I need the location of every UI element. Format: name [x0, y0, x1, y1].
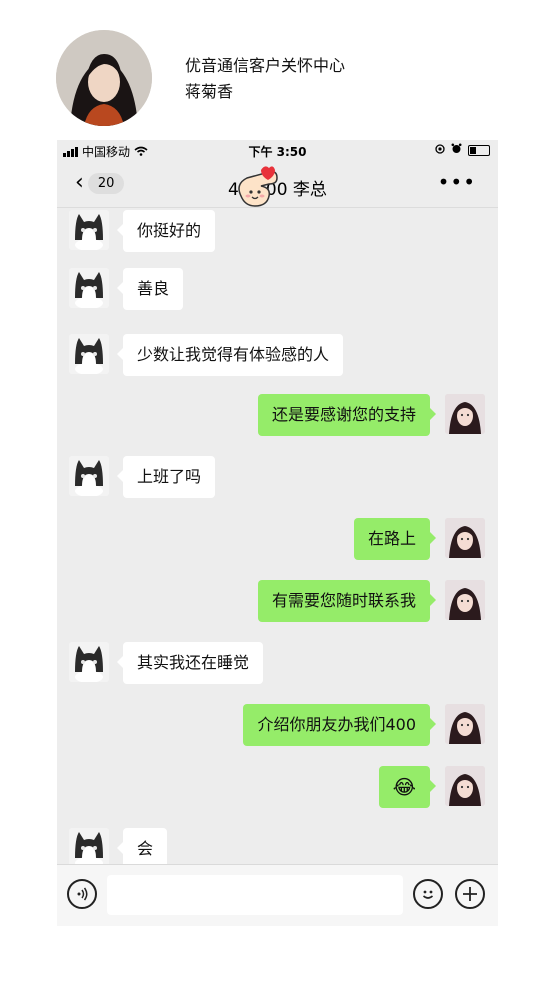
- contact-avatar[interactable]: [69, 456, 109, 496]
- contact-avatar[interactable]: [69, 334, 109, 374]
- profile-text: 优音通信客户关怀中心 蒋菊香: [185, 53, 345, 105]
- profile-avatar: [56, 30, 152, 126]
- voice-icon[interactable]: [67, 879, 97, 909]
- smiley-icon[interactable]: [413, 879, 443, 909]
- message-row: 😂: [57, 766, 498, 810]
- my-avatar[interactable]: [445, 580, 485, 620]
- sent-message[interactable]: 还是要感谢您的支持: [257, 394, 437, 436]
- alarm-icon: [451, 143, 462, 157]
- sent-message[interactable]: 有需要您随时联系我: [257, 580, 437, 622]
- contact-avatar[interactable]: [69, 828, 109, 868]
- received-message[interactable]: 其实我还在睡觉: [116, 642, 264, 684]
- message-row: 介绍你朋友办我们400: [57, 704, 498, 748]
- my-avatar[interactable]: [445, 394, 485, 434]
- contact-avatar[interactable]: [69, 268, 109, 308]
- contact-avatar[interactable]: [69, 642, 109, 682]
- sent-message[interactable]: 在路上: [353, 518, 437, 560]
- chat-screen: 中国移动 下午 3:50 ‹ 20 400 00 李总 ••• 你挺好的 善良 …: [57, 140, 498, 926]
- profile-org: 优音通信客户关怀中心: [185, 56, 346, 75]
- message-row: 上班了吗: [57, 456, 498, 500]
- profile-name: 蒋菊香: [185, 82, 234, 101]
- battery-icon: [468, 144, 490, 156]
- plus-icon[interactable]: [455, 879, 485, 909]
- status-time: 下午 3:50: [248, 145, 307, 159]
- contact-avatar[interactable]: [69, 210, 109, 250]
- heart-hand-sticker: [231, 162, 295, 214]
- input-bar: [57, 864, 498, 926]
- message-row: 善良: [57, 268, 498, 312]
- received-message[interactable]: 少数让我觉得有体验感的人: [116, 334, 344, 376]
- more-button[interactable]: •••: [438, 170, 476, 194]
- my-avatar[interactable]: [445, 518, 485, 558]
- message-row: 有需要您随时联系我: [57, 580, 498, 624]
- status-bar: 中国移动 下午 3:50: [57, 140, 498, 164]
- sent-emoji-message[interactable]: 😂: [378, 766, 437, 808]
- message-list: 你挺好的 善良 少数让我觉得有体验感的人 还是要感谢您的支持 上班了吗 在路上 …: [57, 208, 498, 870]
- message-row: 少数让我觉得有体验感的人: [57, 334, 498, 378]
- sent-message[interactable]: 介绍你朋友办我们400: [243, 704, 436, 746]
- message-input[interactable]: [107, 875, 403, 915]
- message-row: 你挺好的: [57, 210, 498, 254]
- location-icon: [435, 143, 445, 157]
- message-row: 在路上: [57, 518, 498, 562]
- my-avatar[interactable]: [445, 766, 485, 806]
- message-row: 还是要感谢您的支持: [57, 394, 498, 438]
- received-message[interactable]: 你挺好的: [116, 210, 216, 252]
- received-message[interactable]: 善良: [116, 268, 184, 310]
- received-message[interactable]: 上班了吗: [116, 456, 216, 498]
- message-row: 其实我还在睡觉: [57, 642, 498, 686]
- my-avatar[interactable]: [445, 704, 485, 744]
